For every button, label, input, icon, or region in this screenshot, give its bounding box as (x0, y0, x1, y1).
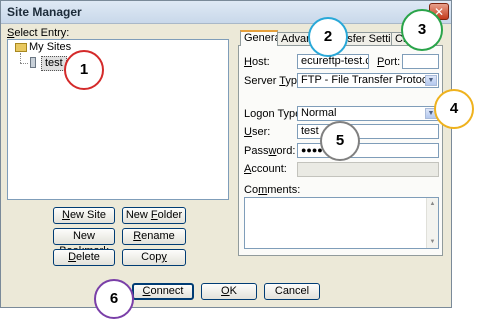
connect-button[interactable]: Connect (132, 283, 194, 300)
rename-button[interactable]: Rename (122, 228, 186, 245)
logon-type-select[interactable]: Normal ▼ (297, 106, 439, 121)
tree-item-test[interactable]: test (41, 56, 67, 71)
callout-6: 6 (94, 279, 134, 319)
tab-general[interactable]: General (240, 30, 278, 46)
chevron-down-icon[interactable]: ▼ (425, 75, 437, 86)
title-bar[interactable]: Site Manager ✕ (1, 1, 451, 24)
site-manager-window: Site Manager ✕ Select Entry: My Sites te… (0, 0, 452, 308)
callout-4: 4 (434, 89, 474, 129)
callout-2: 2 (308, 17, 348, 57)
new-folder-button[interactable]: New Folder (122, 207, 186, 224)
host-label: Host: (244, 56, 270, 68)
password-label: Password: (244, 145, 296, 157)
comments-textarea[interactable]: ▲ ▼ (244, 197, 439, 249)
delete-button[interactable]: Delete (53, 249, 115, 266)
tree-connector (20, 53, 21, 63)
port-input[interactable] (402, 54, 439, 69)
ok-button[interactable]: OK (201, 283, 257, 300)
callout-5: 5 (320, 121, 360, 161)
comments-scrollbar[interactable]: ▲ ▼ (426, 198, 438, 248)
scroll-down-icon[interactable]: ▼ (428, 237, 437, 247)
user-label: User: (244, 126, 271, 138)
tree-connector (20, 63, 28, 64)
account-label: Account: (244, 163, 287, 175)
select-entry-label: Select Entry: (7, 27, 70, 39)
tree-item-my-sites[interactable]: My Sites (29, 41, 71, 53)
logon-type-value: Normal (301, 107, 337, 119)
copy-button[interactable]: Copy (122, 249, 186, 266)
new-site-button[interactable]: New Site (53, 207, 115, 224)
new-bookmark-button[interactable]: New Bookmark (53, 228, 115, 257)
window-title: Site Manager (7, 5, 82, 19)
folder-icon (15, 43, 27, 52)
password-input[interactable]: ●●●● (297, 143, 439, 158)
server-type-value: FTP - File Transfer Protocol (301, 74, 436, 86)
site-icon (30, 57, 36, 68)
user-input[interactable]: test (297, 124, 439, 139)
account-input (297, 162, 439, 177)
cancel-button[interactable]: Cancel (264, 283, 320, 300)
callout-1: 1 (64, 50, 104, 90)
site-tree[interactable]: My Sites test (7, 39, 229, 200)
scroll-up-icon[interactable]: ▲ (428, 199, 437, 209)
callout-3: 3 (401, 9, 443, 51)
server-type-select[interactable]: FTP - File Transfer Protocol ▼ (297, 73, 439, 88)
comments-label: Comments: (244, 184, 301, 196)
port-label: Port: (377, 56, 401, 68)
logon-type-label: Logon Type: (244, 108, 305, 120)
